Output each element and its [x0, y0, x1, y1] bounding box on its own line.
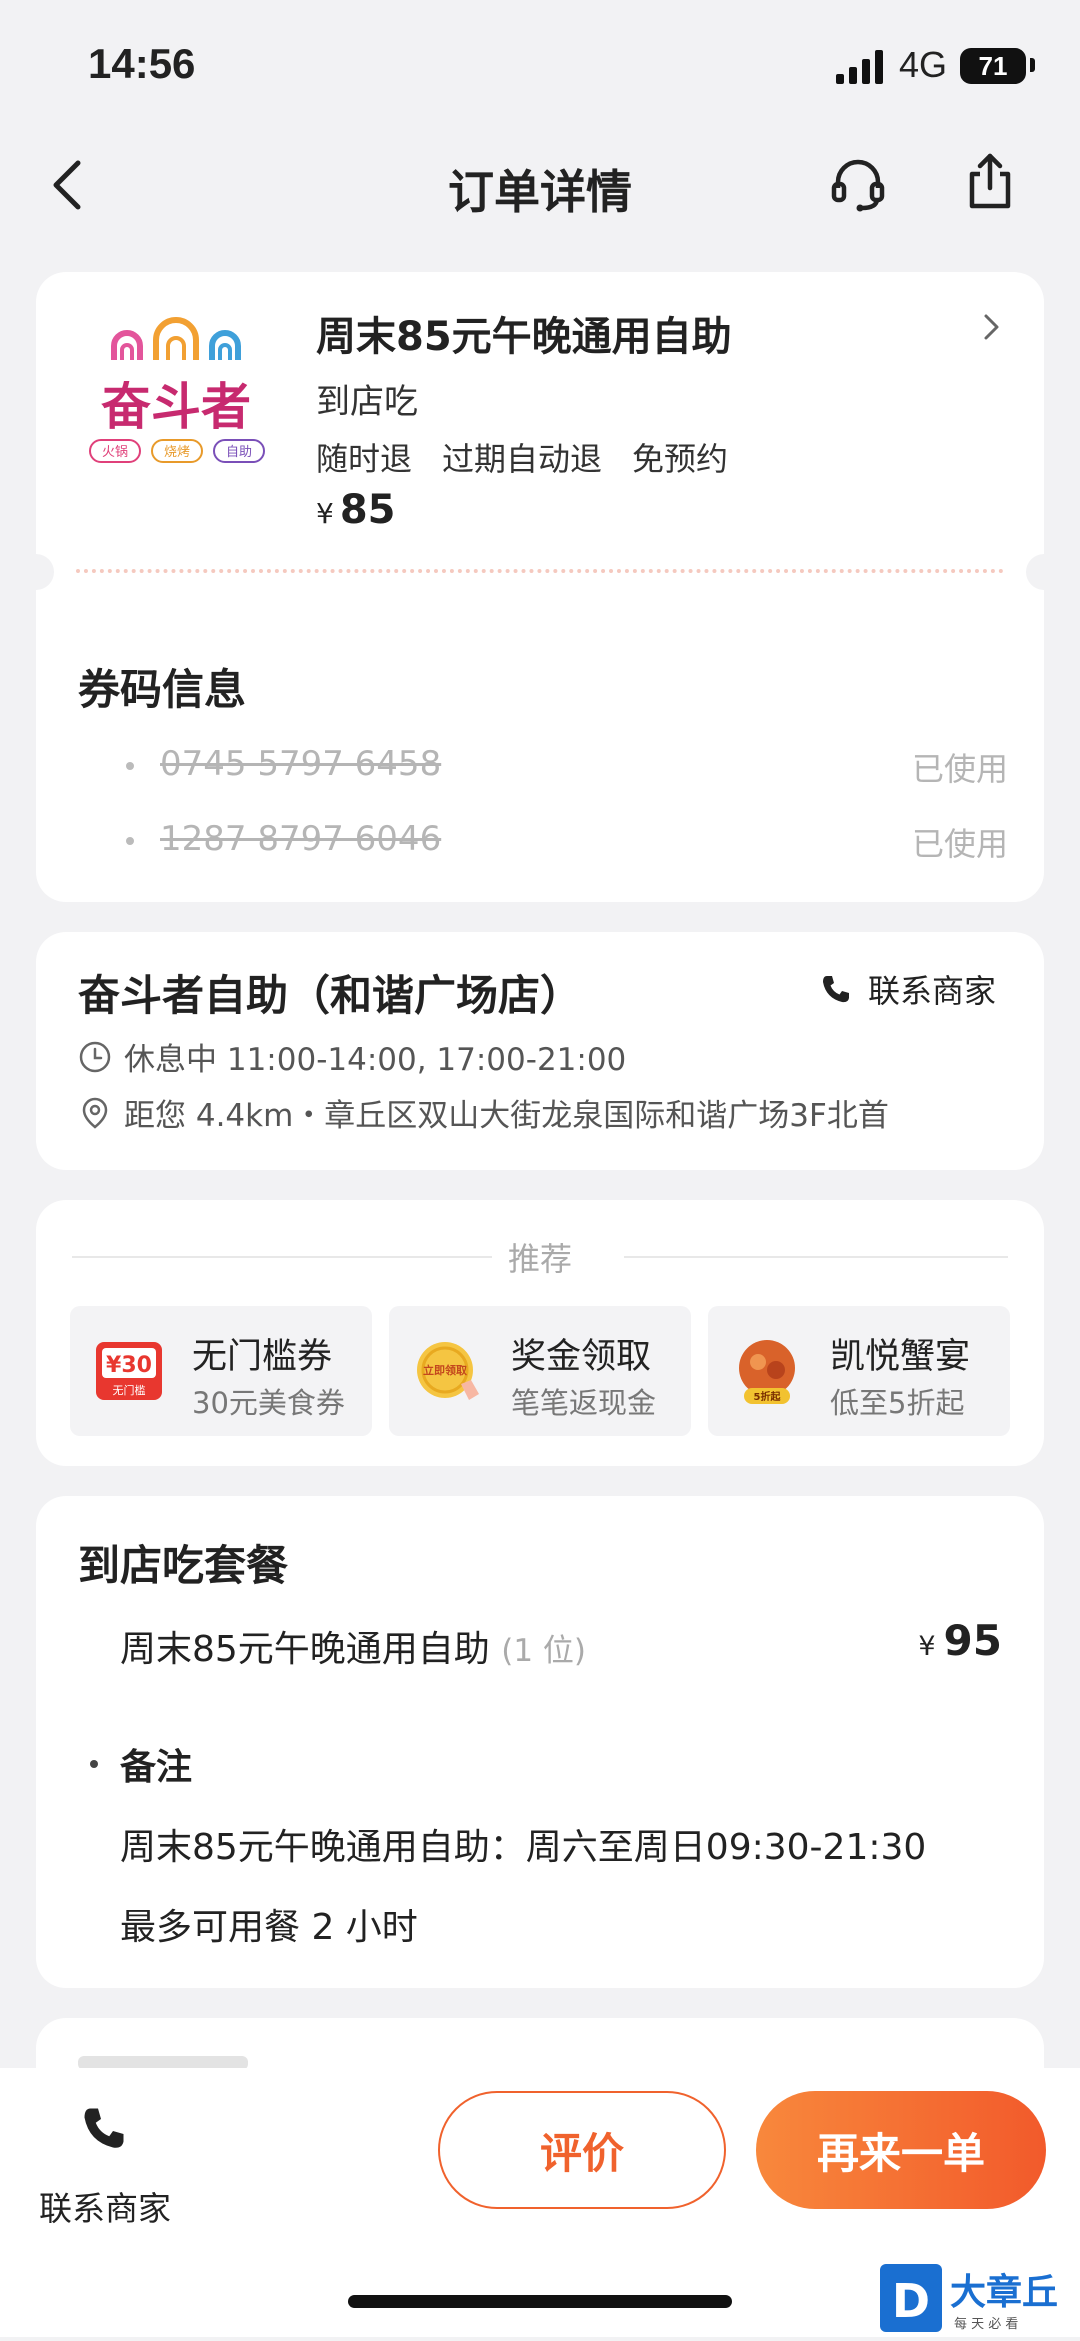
recommend-item-title: 奖金领取 — [511, 1337, 652, 1377]
coupon-row[interactable]: 1287 8797 6046 已使用 — [78, 817, 1008, 867]
crab-dish-icon: 5折起 — [739, 1340, 795, 1404]
recommend-card: 推荐 ¥30 无门槛 无门槛券 30元美食券 立即领取 奖金领取 笔笔返现金 5… — [36, 1200, 1044, 1466]
package-section-title: 到店吃套餐 — [78, 1541, 289, 1590]
deal-tags: 随时退 过期自动退 免预约 — [316, 434, 728, 480]
watermark-letter: D — [892, 2274, 930, 2328]
note-line: 最多可用餐 2 小时 — [120, 1907, 418, 1948]
address-text: 距您 4.4km・章丘区双山大街龙泉国际和谐广场3F北首 — [124, 1098, 889, 1134]
bullet — [126, 762, 134, 770]
shop-logo: 奋斗者 火锅 烧烤 自助 — [89, 317, 265, 463]
coupon-row[interactable]: 0745 5797 6458 已使用 — [78, 742, 1008, 792]
deal-price: ¥85 — [316, 487, 396, 533]
recommend-item[interactable]: ¥30 无门槛 无门槛券 30元美食券 — [70, 1306, 372, 1436]
contact-label: 联系商家 — [868, 972, 997, 1010]
network-type: 4G — [899, 44, 948, 85]
package-card: 到店吃套餐 周末85元午晚通用自助 (1 位) ¥95 备注 周末85元午晚通用… — [36, 1496, 1044, 1988]
review-button[interactable]: 评价 — [438, 2091, 726, 2209]
package-price-value: 95 — [943, 1616, 1002, 1665]
coupon-icon-text: ¥30 — [106, 1353, 152, 1378]
hours-text: 休息中 11:00-14:00, 17:00-21:00 — [124, 1042, 627, 1078]
signal-icon — [836, 50, 883, 84]
watermark-text: 大章丘 — [950, 2271, 1058, 2313]
status-time: 14:56 — [88, 40, 196, 87]
coupon-code: 0745 5797 6458 — [160, 744, 442, 784]
recommend-item[interactable]: 立即领取 奖金领取 笔笔返现金 — [389, 1306, 691, 1436]
deal-price-value: 85 — [339, 487, 396, 533]
phone-icon — [823, 976, 849, 1003]
ticket-notch — [1026, 554, 1044, 590]
recommend-item-title: 凯悦蟹宴 — [830, 1337, 971, 1377]
coupon-section-title: 券码信息 — [78, 665, 247, 714]
recommend-item[interactable]: 5折起 凯悦蟹宴 低至5折起 — [708, 1306, 1010, 1436]
package-item-name: 周末85元午晚通用自助 — [120, 1629, 490, 1670]
nav-bar: 订单详情 — [0, 130, 1080, 240]
bullet — [126, 837, 134, 845]
dotted-divider — [76, 569, 1004, 573]
recommend-item-subtitle: 30元美食券 — [192, 1386, 345, 1420]
recommend-title: 推荐 — [507, 1240, 572, 1278]
business-hours: 休息中 11:00-14:00, 17:00-21:00 — [78, 1034, 626, 1079]
recommend-item-title: 无门槛券 — [192, 1337, 333, 1377]
customer-service-icon[interactable] — [826, 152, 890, 216]
deal-tag: 过期自动退 — [442, 440, 603, 478]
shop-name[interactable]: 奋斗者自助（和谐广场店） — [78, 962, 582, 1023]
shop-card: 奋斗者自助（和谐广场店） 联系商家 休息中 11:00-14:00, 17:00… — [36, 932, 1044, 1170]
logo-badge-buffet: 自助 — [226, 445, 252, 460]
coupon-status: 已使用 — [911, 825, 1008, 863]
note-label: 备注 — [120, 1747, 193, 1788]
package-price: ¥95 — [918, 1616, 1002, 1665]
share-icon[interactable] — [958, 150, 1022, 214]
back-arrow-icon[interactable] — [40, 155, 100, 215]
contact-merchant-button[interactable]: 联系商家 — [820, 966, 996, 1012]
logo-badge-hotpot: 火锅 — [102, 444, 128, 460]
deal-card: 奋斗者 火锅 烧烤 自助 周末85元午晚通用自助 到店吃 随时退 过期自动退 免… — [36, 272, 1044, 902]
coupon-status: 已使用 — [911, 750, 1008, 788]
deal-type: 到店吃 — [316, 382, 418, 422]
deal-tag: 随时退 — [316, 440, 413, 478]
coupon-icon-sub: 无门槛 — [113, 1383, 146, 1397]
note-line: 周末85元午晚通用自助：周六至周日09:30-21:30 — [120, 1827, 927, 1868]
battery-icon: 71 — [960, 48, 1026, 84]
coin-icon-text: 立即领取 — [423, 1363, 467, 1377]
shop-address[interactable]: 距您 4.4km・章丘区双山大街龙泉国际和谐广场3F北首 — [78, 1090, 889, 1135]
deal-tag: 免预约 — [632, 440, 729, 478]
location-pin-icon — [82, 1097, 108, 1129]
phone-icon — [84, 2108, 124, 2148]
coupon-code: 1287 8797 6046 — [160, 819, 442, 859]
package-item-qty: (1 位) — [501, 1633, 587, 1669]
crab-icon-text: 5折起 — [754, 1390, 782, 1403]
call-merchant-label: 联系商家 — [39, 2189, 171, 2228]
battery-tip — [1030, 58, 1035, 72]
chevron-right-icon[interactable] — [982, 312, 1002, 342]
clock-icon — [79, 1041, 111, 1072]
logo-text: 奋斗者 — [101, 378, 251, 436]
watermark-logo: D 大章丘 每 天 必 看 — [880, 2262, 1080, 2337]
watermark-sub: 每 天 必 看 — [954, 2316, 1018, 2332]
bullet — [90, 1760, 98, 1768]
deal-title[interactable]: 周末85元午晚通用自助 — [316, 304, 732, 362]
recommend-item-subtitle: 低至5折起 — [830, 1386, 965, 1420]
reorder-button[interactable]: 再来一单 — [756, 2091, 1046, 2209]
recommend-item-subtitle: 笔笔返现金 — [511, 1386, 657, 1420]
currency-symbol: ¥ — [316, 497, 334, 530]
logo-badge-bbq: 烧烤 — [164, 445, 190, 460]
status-bar: 14:56 4G 71 — [0, 0, 1080, 130]
call-merchant-button[interactable]: 联系商家 — [30, 2094, 180, 2228]
ticket-notch — [36, 554, 54, 590]
package-item: 周末85元午晚通用自助 (1 位) — [120, 1620, 1002, 1672]
home-indicator[interactable] — [348, 2295, 732, 2308]
coupon-30-icon: ¥30 无门槛 — [96, 1342, 162, 1400]
gold-coin-icon: 立即领取 — [417, 1342, 479, 1400]
page-title: 订单详情 — [448, 165, 632, 219]
watermark-d-icon: D 大章丘 每 天 必 看 — [880, 2264, 1058, 2332]
currency-symbol: ¥ — [918, 1631, 936, 1662]
